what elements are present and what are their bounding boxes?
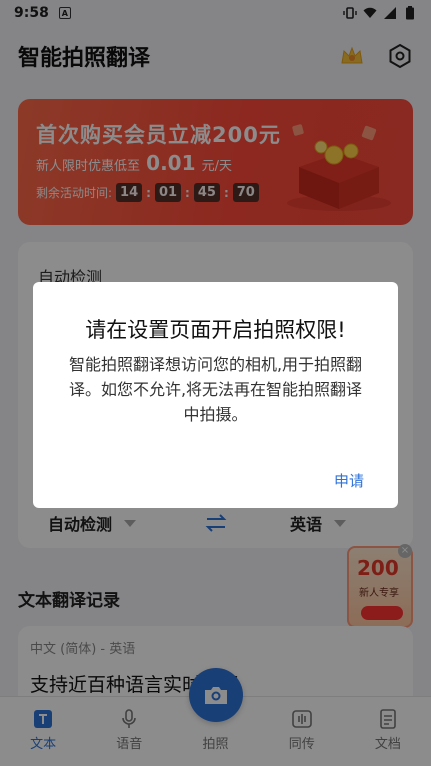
- dialog-message: 智能拍照翻译想访问您的相机,用于拍照翻译。如您不允许,将无法再在智能拍照翻译中拍…: [68, 355, 363, 424]
- dialog-title: 请在设置页面开启拍照权限!: [85, 318, 346, 342]
- permission-dialog: 请在设置页面开启拍照权限! 智能拍照翻译想访问您的相机,用于拍照翻译。如您不允许…: [33, 282, 398, 508]
- apply-button[interactable]: 申请: [334, 470, 364, 491]
